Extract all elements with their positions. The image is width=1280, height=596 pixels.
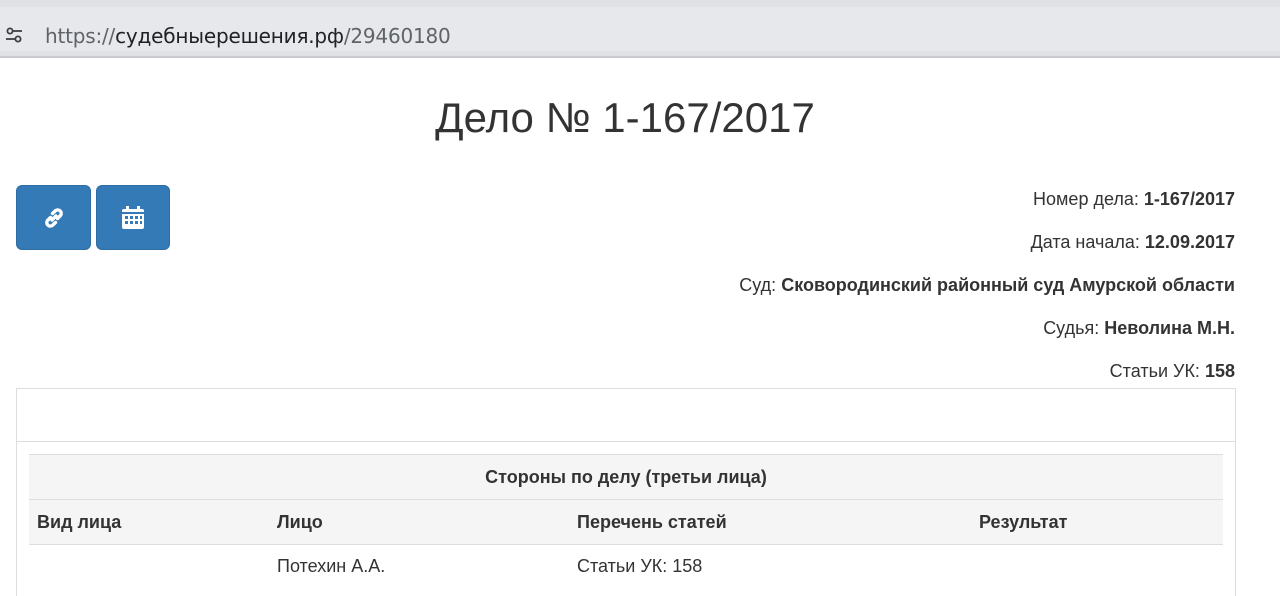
calendar-button[interactable] (96, 185, 170, 250)
calendar-icon (122, 205, 144, 229)
judge-row: Судья: Неволина М.Н. (739, 316, 1235, 359)
column-header-articles: Перечень статей (569, 499, 971, 545)
column-header-result: Результат (971, 499, 1223, 545)
page-title: Дело № 1-167/2017 (435, 94, 815, 141)
cell-party-type (29, 545, 269, 589)
cell-articles: Статьи УК: 158 (577, 556, 703, 577)
court-label: Суд: (739, 275, 777, 295)
address-bar[interactable]: https://судебныерешения.рф/29460180 (0, 0, 1280, 58)
url-host: судебныерешения.рф (115, 24, 344, 48)
judge-label: Судья: (1043, 318, 1100, 338)
cell-person: Потехин А.А. (277, 556, 386, 577)
parties-caption: Стороны по делу (третьи лица) (29, 454, 1223, 500)
column-header-party-type: Вид лица (29, 499, 269, 545)
url-path: /29460180 (343, 24, 451, 48)
case-number-label: Номер дела: (1033, 189, 1139, 209)
parties-header-row: Вид лица Лицо Перечень статей Результат (29, 499, 1223, 545)
judge-value: Неволина М.Н. (1104, 318, 1235, 338)
url-text[interactable]: https://судебныерешения.рф/29460180 (45, 24, 451, 48)
copy-link-button[interactable] (16, 185, 91, 250)
column-header-person: Лицо (269, 499, 569, 545)
articles-label: Статьи УК: (1109, 361, 1200, 381)
link-icon (44, 207, 63, 228)
articles-value: 158 (1204, 361, 1235, 381)
court-row: Суд: Сковородинский районный суд Амурско… (739, 273, 1235, 316)
case-number-value: 1-167/2017 (1143, 189, 1235, 209)
start-date-row: Дата начала: 12.09.2017 (739, 230, 1235, 273)
table-row: Потехин А.А. Статьи УК: 158 (29, 545, 1223, 589)
case-info: Номер дела: 1-167/2017 Дата начала: 12.0… (739, 187, 1235, 402)
start-date-label: Дата начала: (1030, 232, 1140, 252)
start-date-value: 12.09.2017 (1144, 232, 1235, 252)
panel-heading (17, 389, 1235, 442)
case-number-row: Номер дела: 1-167/2017 (739, 187, 1235, 230)
court-value: Сковородинский районный суд Амурской обл… (781, 275, 1235, 295)
parties-table: Стороны по делу (третьи лица) Вид лица Л… (29, 454, 1223, 589)
url-scheme: https:// (45, 24, 116, 48)
tune-icon[interactable] (4, 25, 24, 45)
parties-caption-row: Стороны по делу (третьи лица) (29, 454, 1223, 500)
cell-result (971, 545, 1223, 589)
address-bar-field[interactable]: https://судебныерешения.рф/29460180 (0, 7, 1280, 51)
